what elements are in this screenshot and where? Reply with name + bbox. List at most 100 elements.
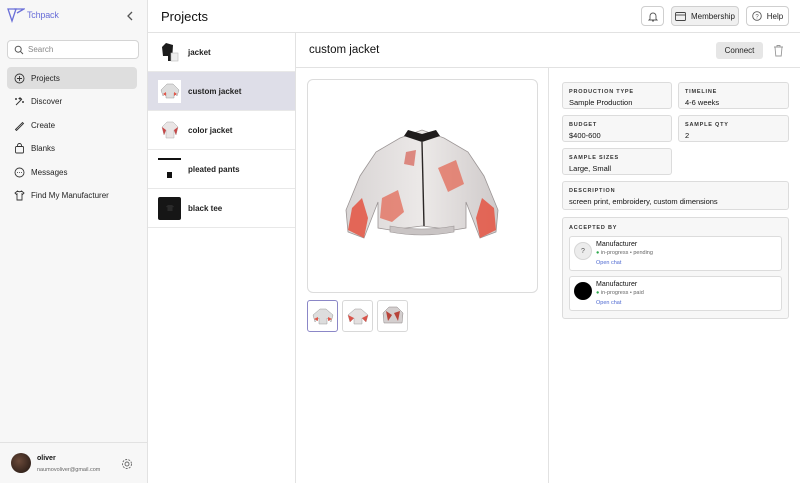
description-label: DESCRIPTION xyxy=(569,188,616,194)
column-divider xyxy=(548,68,549,483)
timeline-card: TIMELINE 4-6 weeks xyxy=(678,82,789,109)
bell-icon xyxy=(647,11,658,22)
gear-icon[interactable] xyxy=(121,458,133,470)
image-thumbnails xyxy=(307,300,412,332)
project-item-color-jacket[interactable]: color jacket xyxy=(148,111,295,150)
help-button[interactable]: ? Help xyxy=(746,6,789,26)
sidebar-item-label: Projects xyxy=(31,73,60,83)
bag-icon xyxy=(13,143,25,155)
project-item-black-tee[interactable]: black tee xyxy=(148,189,295,228)
notifications-button[interactable] xyxy=(641,6,664,26)
sidebar: Tchpack Projects Discover Create xyxy=(0,0,148,483)
status-text: in-progress • pending xyxy=(600,250,653,256)
connect-button[interactable]: Connect xyxy=(716,42,763,59)
search-input[interactable] xyxy=(28,45,128,54)
status-dot-icon: ● xyxy=(596,290,600,296)
project-item-custom-jacket[interactable]: custom jacket xyxy=(148,72,295,111)
sample-sizes-card: SAMPLE SIZES Large, Small xyxy=(562,148,672,175)
sidebar-item-label: Messages xyxy=(31,167,68,177)
user-name: oliver xyxy=(37,455,56,462)
manufacturer-name: Manufacturer xyxy=(596,241,638,248)
user-email: naumovoliver@gmail.com xyxy=(37,467,101,473)
trash-icon[interactable] xyxy=(773,44,784,57)
page-title: Projects xyxy=(161,9,208,24)
manufacturer-status: ● in-progress • pending xyxy=(596,250,653,256)
chat-icon xyxy=(13,166,25,178)
logo-icon xyxy=(7,8,25,23)
sidebar-item-find-my-manufacturer[interactable]: Find My Manufacturer xyxy=(7,185,137,207)
sample-qty-value: 2 xyxy=(685,131,690,140)
help-label: Help xyxy=(766,11,784,21)
project-title: custom jacket xyxy=(309,44,380,56)
project-name: black tee xyxy=(188,203,223,213)
sample-qty-card: SAMPLE QTY 2 xyxy=(678,115,789,142)
manufacturer-avatar xyxy=(574,282,592,300)
thumbnail-2[interactable] xyxy=(342,300,373,332)
collapse-sidebar-icon[interactable] xyxy=(124,10,136,22)
sidebar-item-messages[interactable]: Messages xyxy=(7,161,137,183)
sidebar-nav: Projects Discover Create Blanks Messages xyxy=(7,67,137,208)
sample-qty-label: SAMPLE QTY xyxy=(685,122,729,128)
manufacturer-status: ● in-progress • paid xyxy=(596,290,644,296)
project-name: pleated pants xyxy=(188,164,240,174)
open-chat-link[interactable]: Open chat xyxy=(596,300,621,306)
manufacturer-card: ? Manufacturer ● in-progress • pending O… xyxy=(569,236,782,271)
manufacturer-card: Manufacturer ● in-progress • paid Open c… xyxy=(569,276,782,311)
sample-sizes-label: SAMPLE SIZES xyxy=(569,155,619,161)
avatar[interactable] xyxy=(11,453,31,473)
manufacturer-name: Manufacturer xyxy=(596,281,638,288)
search-box[interactable] xyxy=(7,40,139,59)
project-item-pleated-pants[interactable]: pleated pants xyxy=(148,150,295,189)
sidebar-item-projects[interactable]: Projects xyxy=(7,67,137,89)
card-icon xyxy=(675,11,686,21)
project-thumbnail xyxy=(158,41,181,64)
jacket-image xyxy=(345,129,499,239)
description-card: DESCRIPTION screen print, embroidery, cu… xyxy=(562,181,789,210)
thumbnail-3[interactable] xyxy=(377,300,408,332)
status-text: in-progress • paid xyxy=(600,290,644,296)
production-type-card: PRODUCTION TYPE Sample Production xyxy=(562,82,672,109)
project-thumbnail xyxy=(158,119,181,142)
sample-sizes-value: Large, Small xyxy=(569,164,612,173)
sidebar-item-create[interactable]: Create xyxy=(7,114,137,136)
sidebar-item-label: Create xyxy=(31,120,56,130)
budget-value: $400-600 xyxy=(569,131,601,140)
pencil-icon xyxy=(13,119,25,131)
sparkle-icon xyxy=(13,96,25,108)
status-dot-icon: ● xyxy=(596,250,600,256)
project-item-jacket[interactable]: jacket xyxy=(148,33,295,72)
membership-label: Membership xyxy=(690,11,735,21)
manufacturer-avatar: ? xyxy=(574,242,592,260)
shirt-icon xyxy=(13,190,25,202)
sidebar-item-label: Find My Manufacturer xyxy=(31,191,109,200)
production-type-value: Sample Production xyxy=(569,98,633,107)
sidebar-item-discover[interactable]: Discover xyxy=(7,91,137,113)
project-thumbnail xyxy=(158,157,181,181)
project-list: jacket custom jacket color jacket pleate… xyxy=(148,33,296,483)
logo-text: Tchpack xyxy=(27,10,59,20)
search-icon xyxy=(14,45,24,54)
thumbnail-1[interactable] xyxy=(307,300,338,332)
project-name: jacket xyxy=(188,47,211,57)
project-name: custom jacket xyxy=(188,86,242,96)
budget-label: BUDGET xyxy=(569,122,598,128)
budget-card: BUDGET $400-600 xyxy=(562,115,672,142)
description-value: screen print, embroidery, custom dimensi… xyxy=(569,197,718,206)
main-product-image xyxy=(307,79,538,293)
sidebar-item-blanks[interactable]: Blanks xyxy=(7,138,137,160)
logo[interactable]: Tchpack xyxy=(7,7,59,23)
open-chat-link[interactable]: Open chat xyxy=(596,260,621,266)
timeline-label: TIMELINE xyxy=(685,89,718,95)
membership-button[interactable]: Membership xyxy=(671,6,739,26)
help-icon: ? xyxy=(752,11,762,21)
production-type-label: PRODUCTION TYPE xyxy=(569,89,634,95)
project-thumbnail xyxy=(158,79,181,103)
project-name: color jacket xyxy=(188,125,233,135)
accepted-by-section: ACCEPTED BY ? Manufacturer ● in-progress… xyxy=(562,217,789,319)
plus-circle-icon xyxy=(13,72,25,84)
accepted-by-label: ACCEPTED BY xyxy=(569,225,618,231)
sidebar-item-label: Blanks xyxy=(31,144,56,153)
timeline-value: 4-6 weeks xyxy=(685,98,720,107)
sidebar-item-label: Discover xyxy=(31,97,63,106)
project-thumbnail xyxy=(158,196,181,220)
